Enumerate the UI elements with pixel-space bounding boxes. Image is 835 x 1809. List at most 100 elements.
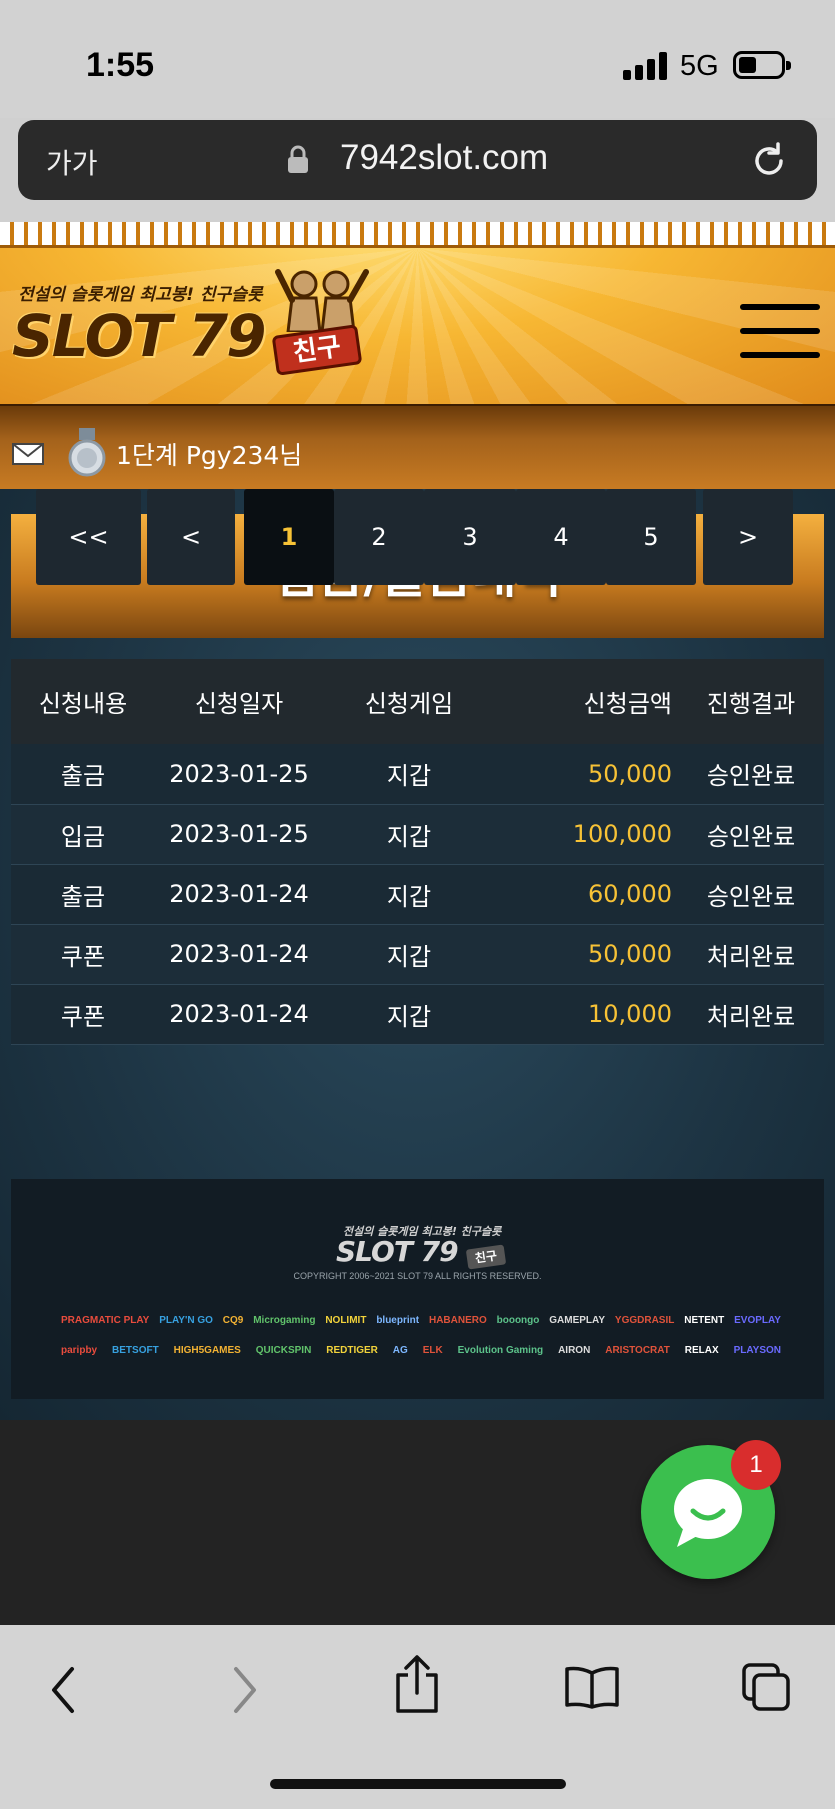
site-header: 전설의 슬롯게임 최고봉! 친구슬롯 SLOT 79 친구 <box>0 222 835 404</box>
page-button-2[interactable]: 2 <box>334 489 424 585</box>
provider-logo: ELK <box>422 1344 443 1356</box>
home-indicator <box>270 1779 566 1789</box>
provider-logo: NOLIMIT <box>325 1314 367 1326</box>
back-icon[interactable] <box>48 1665 78 1715</box>
provider-logo: booongo <box>496 1314 540 1326</box>
cell-date: 2023-01-24 <box>155 864 323 925</box>
provider-logo: PLAYSON <box>733 1344 781 1356</box>
provider-logo: PRAGMATIC PLAY <box>61 1314 150 1326</box>
cell-amount: 50,000 <box>495 924 678 985</box>
provider-logo: YGGDRASIL <box>614 1314 675 1326</box>
lock-icon <box>288 145 308 173</box>
cell-amount: 10,000 <box>495 984 678 1045</box>
chat-notification-badge: 1 <box>731 1440 781 1490</box>
hamburger-menu-icon[interactable] <box>740 304 820 362</box>
tabs-icon[interactable] <box>740 1661 792 1713</box>
provider-logo: NETENT <box>684 1314 725 1326</box>
header-type: 신청내용 <box>11 659 155 744</box>
cell-result: 처리완료 <box>678 984 824 1045</box>
provider-logo: Evolution Gaming <box>457 1344 544 1356</box>
cell-game: 지갑 <box>323 864 495 925</box>
cell-type: 입금 <box>11 804 155 865</box>
cell-amount: 60,000 <box>495 864 678 925</box>
transaction-history-table: 신청내용 신청일자 신청게임 신청금액 진행결과 출금 2023-01-25 지갑 5… <box>11 659 824 1045</box>
logo-text: SLOT 79 <box>12 302 266 370</box>
medal-icon <box>68 428 106 477</box>
table-row: 출금 2023-01-24 지갑 60,000 승인완료 <box>11 864 824 925</box>
network-label: 5G <box>680 50 719 82</box>
status-time: 1:55 <box>86 46 155 84</box>
text-size-button[interactable]: 가가 <box>46 142 98 182</box>
header-date: 신청일자 <box>155 659 323 744</box>
provider-logo: HIGH5GAMES <box>173 1344 241 1356</box>
cell-game: 지갑 <box>323 804 495 865</box>
cell-type: 쿠폰 <box>11 984 155 1045</box>
header-result: 진행결과 <box>678 659 824 744</box>
cell-game: 지갑 <box>323 984 495 1045</box>
table-header-row: 신청내용 신청일자 신청게임 신청금액 진행결과 <box>11 659 824 744</box>
next-page-button[interactable]: > <box>703 489 793 585</box>
cell-date: 2023-01-25 <box>155 804 323 865</box>
provider-logo: HABANERO <box>428 1314 487 1326</box>
cell-amount: 50,000 <box>495 744 678 805</box>
provider-logo: AG <box>392 1344 408 1356</box>
cell-type: 출금 <box>11 864 155 925</box>
cell-result: 처리완료 <box>678 924 824 985</box>
cell-result: 승인완료 <box>678 804 824 865</box>
page-button-1[interactable]: 1 <box>244 489 334 585</box>
footer: 전설의 슬롯게임 최고봉! 친구슬롯 SLOT 79 친구 COPYRIGHT … <box>11 1179 824 1399</box>
user-bar: 1단계 Pgy234님 <box>0 404 835 489</box>
chat-bubble-icon <box>674 1479 742 1547</box>
cell-amount: 100,000 <box>495 804 678 865</box>
cell-type: 출금 <box>11 744 155 805</box>
copyright-text: COPYRIGHT 2006~2021 SLOT 79 ALL RIGHTS R… <box>293 1271 542 1281</box>
provider-logo: GAMEPLAY <box>549 1314 606 1326</box>
page-button-5[interactable]: 5 <box>606 489 696 585</box>
provider-logo: ARISTOCRAT <box>605 1344 670 1356</box>
awning-decoration <box>0 222 835 248</box>
footer-logo-badge: 친구 <box>465 1244 507 1270</box>
provider-logo: EVOPLAY <box>734 1314 781 1326</box>
mascot-icon <box>275 269 369 332</box>
status-bar: 1:55 5G <box>0 0 835 118</box>
battery-icon <box>733 51 791 79</box>
table-row: 출금 2023-01-25 지갑 50,000 승인완료 <box>11 744 824 805</box>
provider-logo: paripby <box>61 1344 98 1356</box>
first-page-button[interactable]: << <box>36 489 141 585</box>
url-text[interactable]: 7942slot.com <box>340 138 548 178</box>
cell-result: 승인완료 <box>678 864 824 925</box>
main-content: 입금/출금내역 신청내용 신청일자 신청게임 신청금액 진행결과 출금2023-… <box>0 489 835 1420</box>
cell-type: 쿠폰 <box>11 924 155 985</box>
address-bar[interactable]: 가가 7942slot.com <box>18 120 817 200</box>
mail-icon[interactable] <box>12 443 44 465</box>
user-level-label: 1단계 Pgy234님 <box>116 441 303 470</box>
provider-logos: PRAGMATIC PLAY PLAY'N GO CQ9 Microgaming NOL… <box>61 1305 781 1365</box>
bookmarks-icon[interactable] <box>564 1665 620 1709</box>
prev-page-button[interactable]: < <box>147 489 235 585</box>
table-row: 쿠폰 2023-01-24 지갑 50,000 처리완료 <box>11 924 824 985</box>
header-amount: 신청금액 <box>495 659 678 744</box>
cell-date: 2023-01-25 <box>155 744 323 805</box>
provider-logo: QUICKSPIN <box>255 1344 312 1356</box>
table-row: 입금 2023-01-25 지갑 100,000 승인완료 <box>11 804 824 865</box>
page-button-4[interactable]: 4 <box>516 489 606 585</box>
cell-game: 지갑 <box>323 744 495 805</box>
site-logo[interactable]: 전설의 슬롯게임 최고봉! 친구슬롯 SLOT 79 친구 <box>12 258 372 388</box>
cell-result: 승인완료 <box>678 744 824 805</box>
provider-logo: AIRON <box>558 1344 591 1356</box>
reload-icon[interactable] <box>748 140 790 182</box>
provider-logo: REDTIGER <box>326 1344 378 1356</box>
share-icon[interactable] <box>394 1653 440 1715</box>
table-row: 쿠폰 2023-01-24 지갑 10,000 처리완료 <box>11 984 824 1045</box>
footer-logo: SLOT 79 <box>336 1235 459 1268</box>
page-button-3[interactable]: 3 <box>424 489 516 585</box>
provider-logo: blueprint <box>376 1314 420 1326</box>
provider-logo: PLAY'N GO <box>159 1314 213 1326</box>
provider-logo: BETSOFT <box>112 1344 159 1356</box>
cell-date: 2023-01-24 <box>155 984 323 1045</box>
provider-logo: RELAX <box>684 1344 719 1356</box>
signal-icon <box>623 52 667 80</box>
forward-icon[interactable] <box>230 1665 260 1715</box>
cell-game: 지갑 <box>323 924 495 985</box>
cell-date: 2023-01-24 <box>155 924 323 985</box>
